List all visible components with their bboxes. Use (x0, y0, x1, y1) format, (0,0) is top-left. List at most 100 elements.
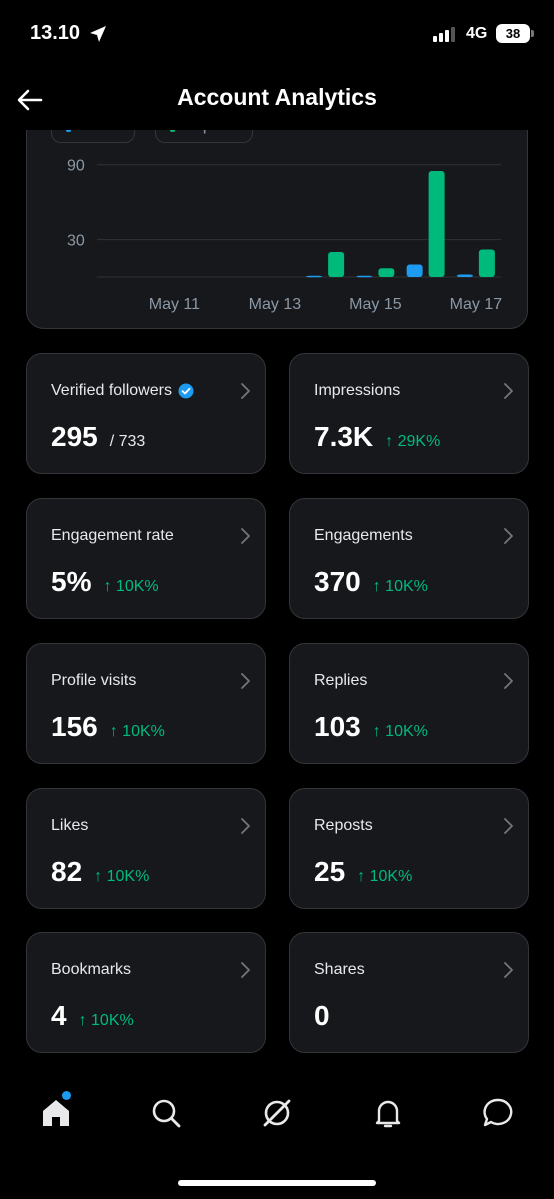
chevron-right-icon (504, 673, 513, 689)
metric-card[interactable]: Verified followers 295 / 733 (26, 353, 266, 474)
metric-value-number: 0 (314, 1000, 330, 1031)
metric-label-text: Likes (51, 817, 89, 834)
chevron-right-icon (504, 528, 513, 544)
metric-value-number: 5% (51, 566, 92, 597)
replies-bar (328, 252, 345, 277)
metric-change: ↑ 10K% (357, 868, 413, 885)
metric-label: Impressions (314, 382, 400, 400)
metric-value: 295 / 733 (51, 421, 145, 453)
metric-card[interactable]: Replies 103 ↑ 10K% (289, 643, 529, 764)
metric-value: 4 ↑ 10K% (51, 1000, 134, 1032)
metric-label-text: Bookmarks (51, 961, 132, 978)
posts-bar (406, 264, 423, 277)
metric-label: Verified followers (51, 382, 194, 400)
home-icon[interactable] (38, 1095, 74, 1131)
metric-value-number: 7.3K (314, 421, 374, 452)
chevron-right-icon (241, 528, 250, 544)
header: Account Analytics (0, 70, 554, 130)
chevron-right-icon (504, 962, 513, 978)
metric-card[interactable]: Likes 82 ↑ 10K% (26, 788, 266, 909)
chevron-right-icon (241, 673, 250, 689)
metric-change: ↑ 10K% (78, 1012, 134, 1029)
metric-label-text: Engagements (314, 527, 413, 544)
metric-change: ↑ 10K% (94, 868, 150, 885)
metric-value: 370 ↑ 10K% (314, 566, 428, 598)
signal-icon (433, 26, 455, 42)
messages-icon[interactable] (480, 1095, 516, 1131)
metric-label-text: Profile visits (51, 672, 137, 689)
metric-change: ↑ 10K% (109, 723, 165, 740)
metric-card[interactable]: Impressions 7.3K ↑ 29K% (289, 353, 529, 474)
metric-label-text: Impressions (314, 382, 401, 399)
metric-value-number: 295 (51, 421, 98, 452)
search-icon[interactable] (148, 1095, 184, 1131)
x-tick-label: May 11 (149, 296, 200, 313)
metric-value: 156 ↑ 10K% (51, 711, 165, 743)
chevron-right-icon (241, 962, 250, 978)
posts-bar (356, 275, 373, 278)
metric-label-text: Reposts (314, 817, 373, 834)
metric-value-number: 82 (51, 856, 83, 887)
metric-card[interactable]: Engagements 370 ↑ 10K% (289, 498, 529, 619)
x-tick-label: May 15 (349, 296, 402, 313)
status-time: 13.10 (30, 22, 81, 44)
chevron-right-icon (241, 818, 250, 834)
x-tick-label: May 13 (249, 296, 302, 313)
battery-nub (531, 30, 534, 37)
notification-dot (62, 1091, 71, 1100)
x-tick-label: May 17 (450, 296, 503, 313)
metric-card[interactable]: Shares 0 (289, 932, 529, 1053)
metric-value-number: 103 (314, 711, 361, 742)
metric-label-text: Engagement rate (51, 527, 174, 544)
y-tick-label: 90 (67, 158, 85, 175)
metric-label-text: Shares (314, 961, 365, 978)
page-title: Account Analytics (177, 84, 377, 110)
bottom-nav (0, 1085, 554, 1145)
metric-label: Profile visits (51, 672, 136, 690)
metric-label: Engagements (314, 527, 413, 545)
metric-value-number: 25 (314, 856, 346, 887)
metric-change: ↑ 10K% (372, 723, 428, 740)
replies-bar (478, 249, 495, 277)
metric-value: 82 ↑ 10K% (51, 856, 149, 888)
replies-bar (378, 268, 395, 277)
chevron-right-icon (241, 383, 250, 399)
metric-value: 25 ↑ 10K% (314, 856, 412, 888)
network-type: 4G (466, 25, 488, 42)
metric-label-text: Verified followers (51, 382, 172, 399)
metric-value: 103 ↑ 10K% (314, 711, 428, 743)
metric-card[interactable]: Profile visits 156 ↑ 10K% (26, 643, 266, 764)
metric-card[interactable]: Reposts 25 ↑ 10K% (289, 788, 529, 909)
grok-icon[interactable] (259, 1095, 295, 1131)
metric-card[interactable]: Bookmarks 4 ↑ 10K% (26, 932, 266, 1053)
posts-bar (306, 275, 323, 278)
metric-change: ↑ 29K% (385, 433, 441, 450)
metric-change: ↑ 10K% (372, 578, 428, 595)
metric-value-number: 370 (314, 566, 361, 597)
metric-label: Shares (314, 961, 365, 979)
metric-total: / 733 (109, 433, 146, 450)
metric-label-text: Replies (314, 672, 368, 689)
bell-icon[interactable] (370, 1095, 406, 1131)
metric-label: Replies (314, 672, 367, 690)
verified-badge-icon (178, 383, 194, 399)
battery-level: 38 (505, 26, 521, 41)
chevron-right-icon (504, 383, 513, 399)
metric-change: ↑ 10K% (103, 578, 159, 595)
y-tick-label: 30 (67, 233, 85, 250)
home-indicator (178, 1180, 376, 1186)
chevron-right-icon (504, 818, 513, 834)
metric-card[interactable]: Engagement rate 5% ↑ 10K% (26, 498, 266, 619)
metric-label: Bookmarks (51, 961, 131, 979)
status-bar: 13.10 4G 38 (0, 0, 554, 70)
metric-value-number: 4 (51, 1000, 67, 1031)
metric-value: 5% ↑ 10K% (51, 566, 159, 598)
posts-bar (456, 274, 473, 277)
metric-value: 7.3K ↑ 29K% (314, 421, 440, 453)
metric-value: 0 (314, 1000, 330, 1032)
location-arrow-icon (90, 26, 106, 42)
metric-value-number: 156 (51, 711, 98, 742)
metric-label: Likes (51, 817, 88, 835)
replies-bar (428, 170, 445, 277)
metric-label: Reposts (314, 817, 373, 835)
